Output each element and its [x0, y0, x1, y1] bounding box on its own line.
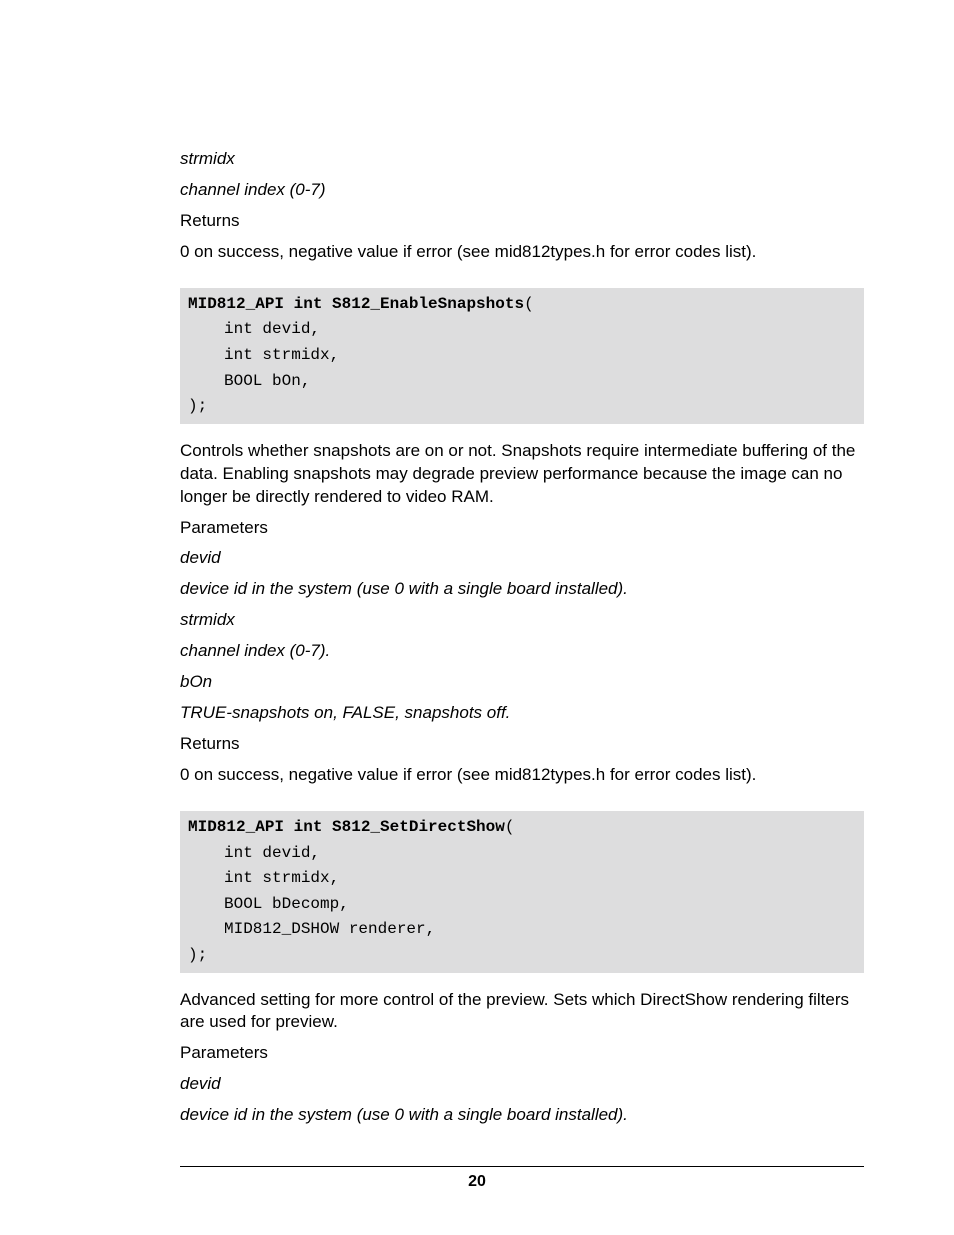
param-desc: channel index (0-7).	[180, 640, 864, 663]
footer-rule	[180, 1166, 864, 1167]
code-line: int devid,	[224, 317, 856, 343]
code-line: BOOL bOn,	[224, 369, 856, 395]
code-line: MID812_DSHOW renderer,	[224, 917, 856, 943]
page-content: strmidx channel index (0-7) Returns 0 on…	[0, 0, 954, 1127]
code-line: int devid,	[224, 841, 856, 867]
code-line: int strmidx,	[224, 343, 856, 369]
param-name: strmidx	[180, 609, 864, 632]
code-close: );	[188, 394, 856, 420]
returns-text: 0 on success, negative value if error (s…	[180, 764, 864, 787]
code-signature: MID812_API int S812_EnableSnapshots(	[188, 292, 856, 318]
param-name: strmidx	[180, 148, 864, 171]
param-desc: TRUE-snapshots on, FALSE, snapshots off.	[180, 702, 864, 725]
code-signature: MID812_API int S812_SetDirectShow(	[188, 815, 856, 841]
code-signature-name: MID812_API int S812_SetDirectShow	[188, 818, 505, 836]
code-open-paren: (	[524, 295, 534, 313]
returns-heading: Returns	[180, 210, 864, 233]
code-close: );	[188, 943, 856, 969]
func-description: Controls whether snapshots are on or not…	[180, 440, 864, 509]
code-open-paren: (	[505, 818, 515, 836]
code-line: BOOL bDecomp,	[224, 892, 856, 918]
param-desc: device id in the system (use 0 with a si…	[180, 1104, 864, 1127]
func-description: Advanced setting for more control of the…	[180, 989, 864, 1035]
parameters-heading: Parameters	[180, 517, 864, 540]
code-block-enable-snapshots: MID812_API int S812_EnableSnapshots( int…	[180, 288, 864, 424]
param-name: bOn	[180, 671, 864, 694]
code-block-set-directshow: MID812_API int S812_SetDirectShow( int d…	[180, 811, 864, 973]
param-name: devid	[180, 547, 864, 570]
param-desc: device id in the system (use 0 with a si…	[180, 578, 864, 601]
parameters-heading: Parameters	[180, 1042, 864, 1065]
returns-text: 0 on success, negative value if error (s…	[180, 241, 864, 264]
code-signature-name: MID812_API int S812_EnableSnapshots	[188, 295, 524, 313]
returns-heading: Returns	[180, 733, 864, 756]
param-desc: channel index (0-7)	[180, 179, 864, 202]
param-name: devid	[180, 1073, 864, 1096]
page-number: 20	[0, 1171, 954, 1193]
code-line: int strmidx,	[224, 866, 856, 892]
